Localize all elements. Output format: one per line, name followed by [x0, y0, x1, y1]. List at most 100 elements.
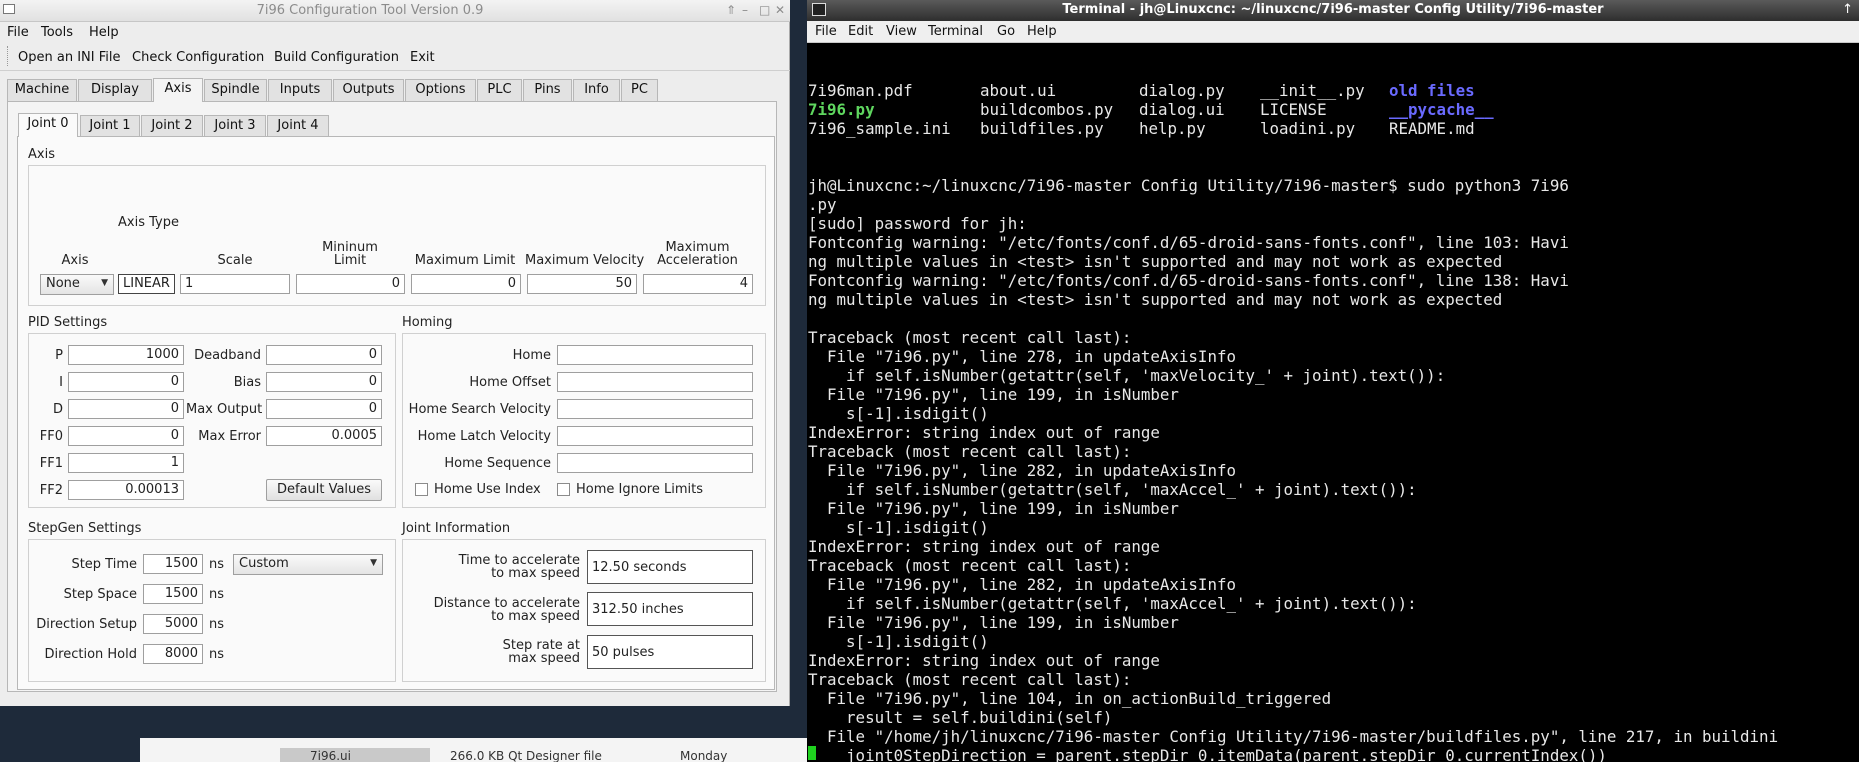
min-limit-field[interactable]: 0 — [296, 274, 405, 294]
build-configuration-button[interactable]: Build Configuration — [274, 50, 399, 65]
term-menu-go[interactable]: Go — [997, 24, 1015, 39]
pid-p-field[interactable]: 1000 — [68, 345, 184, 365]
stepgen-preset-select[interactable]: Custom ▼ — [233, 554, 383, 575]
home-offset-field[interactable] — [557, 372, 753, 392]
tab-joint-1[interactable]: Joint 1 — [80, 115, 140, 137]
terminal-window: Terminal - jh@Linuxcnc: ~/linuxcnc/7i96-… — [807, 0, 1859, 762]
home-search-velocity-field[interactable] — [557, 399, 753, 419]
term-menu-view[interactable]: View — [886, 24, 917, 39]
max-error-field[interactable]: 0.0005 — [266, 426, 382, 446]
maximize-icon[interactable]: □ — [759, 3, 770, 17]
terminal-line: Fontconfig warning: "/etc/fonts/conf.d/6… — [808, 233, 1569, 252]
direction-setup-field[interactable]: 5000 — [143, 614, 203, 634]
direction-hold-field[interactable]: 8000 — [143, 644, 203, 664]
tab-axis[interactable]: Axis — [153, 78, 203, 102]
menu-file[interactable]: File — [7, 25, 29, 40]
tab-joint-2[interactable]: Joint 2 — [141, 115, 203, 137]
menu-help[interactable]: Help — [89, 25, 119, 40]
term-menu-help[interactable]: Help — [1027, 24, 1057, 39]
minimize-icon[interactable]: – — [742, 3, 748, 17]
close-icon[interactable]: ✕ — [775, 3, 785, 17]
listing-cell: about.ui — [980, 81, 1057, 100]
terminal-window-title: Terminal - jh@Linuxcnc: ~/linuxcnc/7i96-… — [1062, 2, 1604, 17]
home-ignore-limits-label: Home Ignore Limits — [576, 482, 703, 497]
accel-distance-label: Distance to accelerate to max speed — [404, 597, 580, 623]
toolbar-handle[interactable] — [7, 46, 9, 66]
home-use-index-checkbox[interactable] — [415, 483, 428, 496]
home-field[interactable] — [557, 345, 753, 365]
step-time-label: Step Time — [71, 557, 137, 572]
maximize-arrow-icon[interactable]: ↑ — [1842, 2, 1853, 17]
listing-cell: buildcombos.py — [980, 100, 1114, 119]
home-sequence-field[interactable] — [557, 453, 753, 473]
home-label: Home — [512, 348, 551, 363]
pid-i-field[interactable]: 0 — [68, 372, 184, 392]
scale-header-label: Scale — [217, 253, 253, 268]
tab-info[interactable]: Info — [573, 79, 620, 101]
terminal-titlebar[interactable]: Terminal - jh@Linuxcnc: ~/linuxcnc/7i96-… — [807, 0, 1859, 21]
step-time-field[interactable]: 1500 — [143, 554, 203, 574]
homing-group-title: Homing — [402, 315, 453, 330]
bias-label: Bias — [233, 375, 261, 390]
max-output-field[interactable]: 0 — [266, 399, 382, 419]
terminal-line: File "7i96.py", line 199, in isNumber — [808, 499, 1179, 518]
deadband-field[interactable]: 0 — [266, 345, 382, 365]
home-latch-velocity-field[interactable] — [557, 426, 753, 446]
file-row-name[interactable]: 7i96.ui — [310, 749, 351, 762]
tab-joint-4[interactable]: Joint 4 — [267, 115, 329, 137]
bias-field[interactable]: 0 — [266, 372, 382, 392]
menu-tools[interactable]: Tools — [41, 25, 73, 40]
max-velocity-field[interactable]: 50 — [527, 274, 637, 294]
default-values-button[interactable]: Default Values — [266, 479, 382, 501]
stepgen-group-title: StepGen Settings — [28, 521, 142, 536]
directory-listing: 7i96man.pdf about.ui dialog.py __init__.… — [808, 81, 1858, 138]
accel-time-label: Time to accelerate to max speed — [404, 554, 580, 580]
tab-inputs[interactable]: Inputs — [268, 79, 332, 101]
terminal-line: [sudo] password for jh: — [808, 214, 1027, 233]
max-accel-field[interactable]: 4 — [643, 274, 753, 294]
tab-spindle[interactable]: Spindle — [204, 79, 267, 101]
term-menu-file[interactable]: File — [815, 24, 837, 39]
file-row-size: 266.0 KB Qt Designer file — [450, 749, 602, 762]
config-titlebar[interactable]: 7i96 Configuration Tool Version 0.9 ⇑ – … — [0, 0, 790, 22]
terminal-cursor — [808, 746, 816, 760]
deadband-label: Deadband — [194, 348, 261, 363]
exit-button[interactable]: Exit — [410, 50, 435, 65]
step-space-field[interactable]: 1500 — [143, 584, 203, 604]
tab-outputs[interactable]: Outputs — [333, 79, 404, 101]
file-row-selected[interactable] — [280, 748, 430, 762]
terminal-line: Traceback (most recent call last): — [808, 442, 1132, 461]
shade-icon[interactable]: ⇑ — [726, 3, 736, 17]
term-menu-terminal[interactable]: Terminal — [928, 24, 983, 39]
step-space-unit: ns — [209, 587, 225, 602]
max-limit-field[interactable]: 0 — [411, 274, 521, 294]
terminal-output[interactable]: 7i96man.pdf about.ui dialog.py __init__.… — [808, 43, 1858, 762]
axis-type-field[interactable]: LINEAR — [118, 274, 175, 294]
tab-pins[interactable]: Pins — [523, 79, 572, 101]
terminal-line: ng multiple values in <test> isn't suppo… — [808, 290, 1503, 309]
max-error-label: Max Error — [198, 429, 261, 444]
pid-ff2-field[interactable]: 0.00013 — [68, 480, 184, 500]
axis-group-title: Axis — [28, 147, 55, 162]
axis-select[interactable]: None ▼ — [40, 274, 114, 295]
pid-ff0-field[interactable]: 0 — [68, 426, 184, 446]
check-configuration-button[interactable]: Check Configuration — [132, 50, 264, 65]
term-menu-edit[interactable]: Edit — [848, 24, 873, 39]
tab-machine[interactable]: Machine — [7, 79, 77, 101]
tab-pc[interactable]: PC — [621, 79, 658, 101]
pid-i-label: I — [59, 375, 63, 390]
scale-field[interactable]: 1 — [180, 274, 290, 294]
tab-display[interactable]: Display — [78, 79, 152, 101]
pid-ff1-field[interactable]: 1 — [68, 453, 184, 473]
tab-joint-0[interactable]: Joint 0 — [18, 113, 78, 137]
pid-d-field[interactable]: 0 — [68, 399, 184, 419]
tab-joint-3[interactable]: Joint 3 — [204, 115, 266, 137]
pid-ff1-label: FF1 — [39, 456, 63, 471]
tab-options[interactable]: Options — [405, 79, 476, 101]
tab-plc[interactable]: PLC — [477, 79, 522, 101]
desktop-background: 7i96.ui 266.0 KB Qt Designer file Monday — [0, 706, 807, 762]
open-ini-button[interactable]: Open an INI File — [18, 50, 120, 65]
home-ignore-limits-checkbox[interactable] — [557, 483, 570, 496]
home-search-velocity-label: Home Search Velocity — [408, 402, 551, 417]
